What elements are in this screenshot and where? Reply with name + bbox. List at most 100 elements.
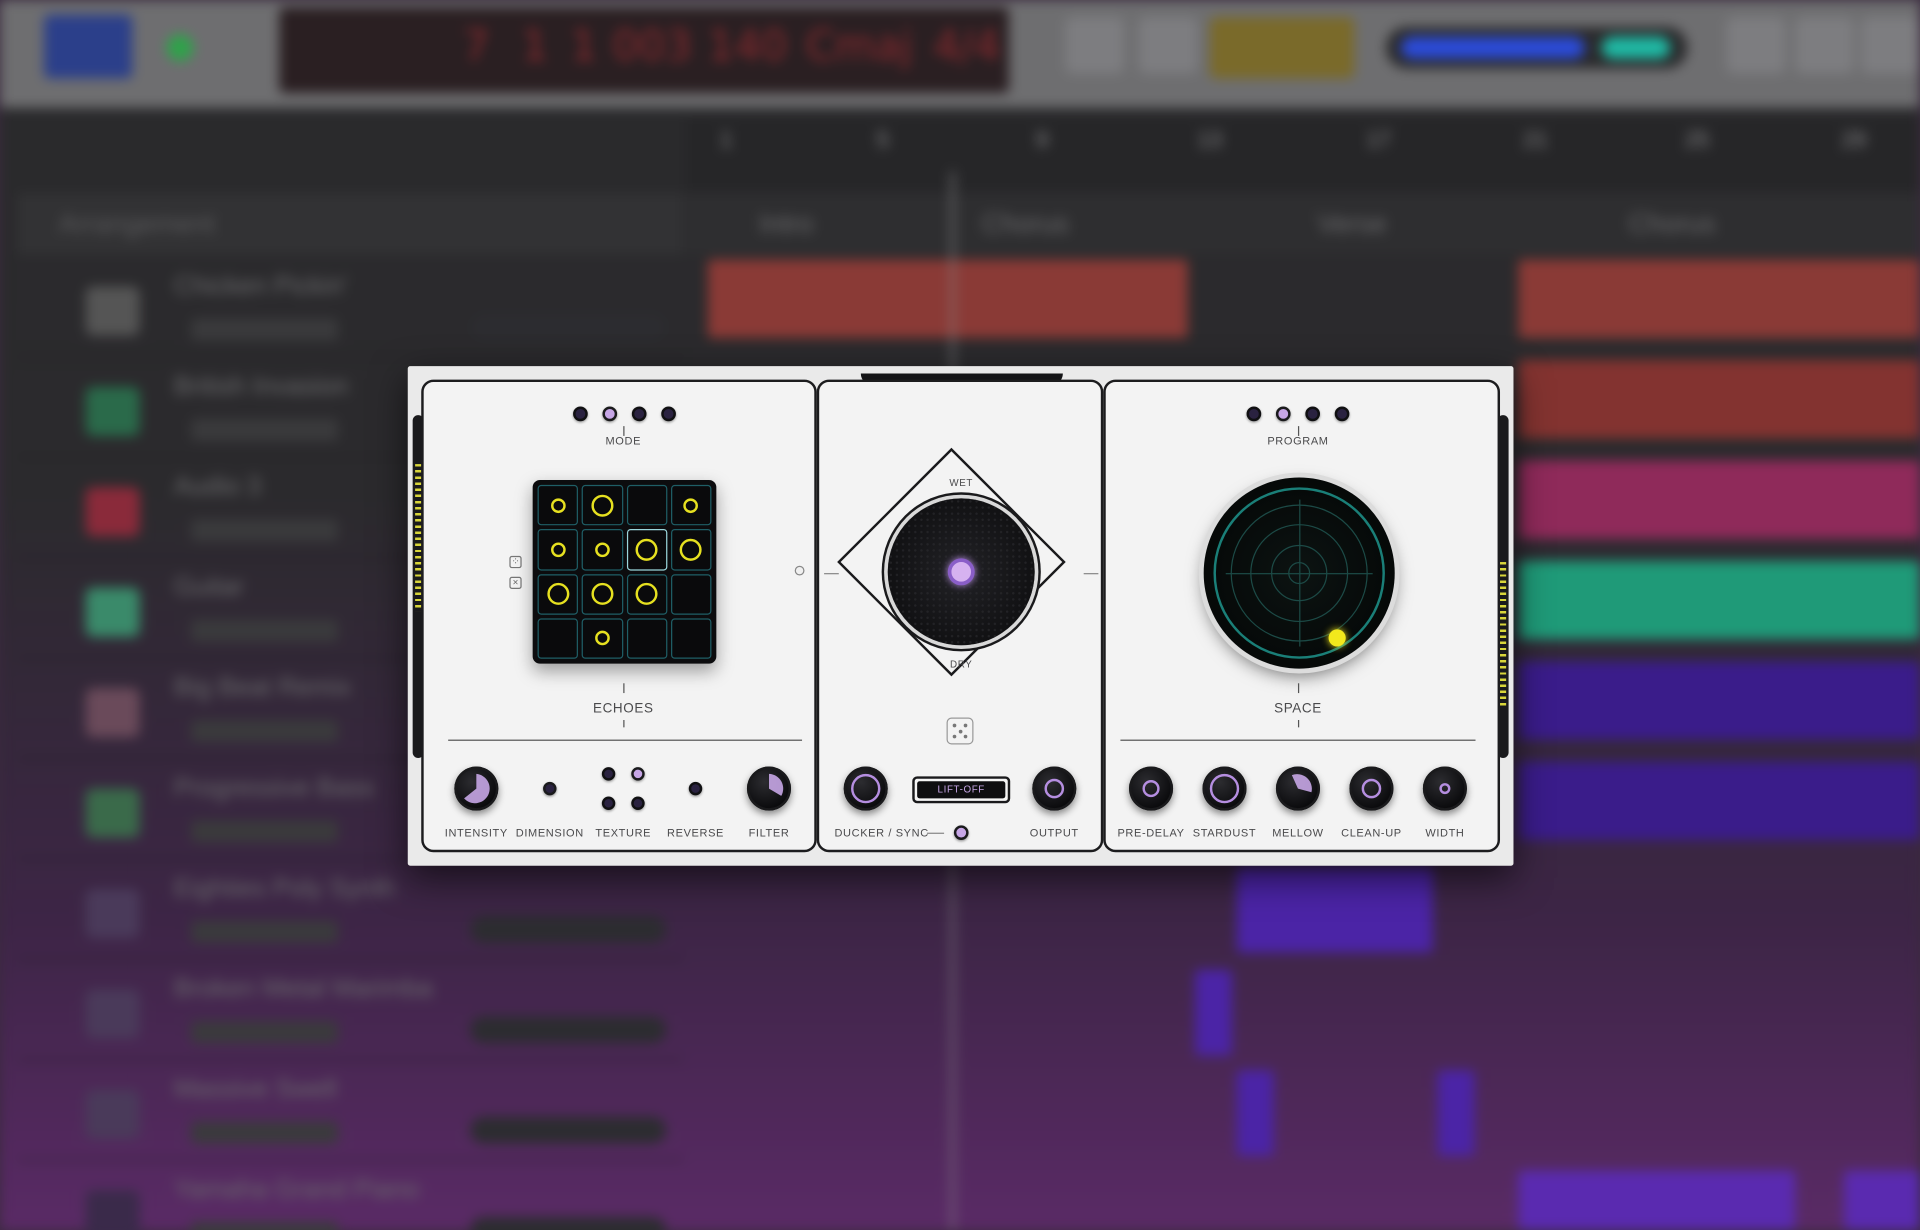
echo-step-cell[interactable] [537,618,579,659]
track-volume-slider[interactable] [470,1016,667,1044]
pencil-button[interactable] [1138,17,1198,74]
echo-step-cell[interactable] [537,529,579,571]
echo-step-cell[interactable] [581,573,623,615]
intensity-knob[interactable] [454,766,499,811]
undo-button[interactable] [1065,17,1125,74]
echo-step-cell[interactable] [670,618,712,659]
dice-randomize-icon[interactable] [946,717,974,745]
track-volume-slider[interactable] [470,1217,667,1230]
track-buttons[interactable] [191,1021,338,1044]
lcd-display: 7 1 1 003 140 Cmaj 4/4 [279,7,1009,94]
media-browser-button[interactable] [1861,17,1920,74]
echo-step-cell[interactable] [626,484,668,526]
echo-step-cell[interactable] [670,573,712,615]
track-buttons[interactable] [191,519,338,542]
echo-step-cell[interactable] [626,529,668,571]
mode-selector-2[interactable] [602,406,618,422]
track-icon [85,888,140,938]
echo-step-cell[interactable] [537,573,579,615]
region[interactable] [1518,1170,1796,1230]
region[interactable] [1518,761,1920,841]
space-radar[interactable] [1203,477,1395,669]
track-buttons[interactable] [191,1222,338,1230]
mellow-knob[interactable] [1275,766,1321,811]
track-header[interactable]: Massive Swell [17,1063,684,1161]
track-header[interactable]: Chicken Pickin' [17,260,684,358]
echo-step-cell[interactable] [626,573,668,615]
echo-step-cell[interactable] [537,484,579,526]
record-indicator[interactable] [166,34,194,62]
track-volume-slider[interactable] [470,915,667,943]
program-selector-4[interactable] [1334,406,1350,422]
filter-knob[interactable] [746,766,792,811]
texture-toggle[interactable] [631,767,645,781]
master-volume-slider[interactable] [1386,26,1688,69]
wet-dry-pad[interactable] [887,498,1035,646]
echo-step-cell[interactable] [670,484,712,526]
track-volume-slider[interactable] [470,313,667,341]
region[interactable] [1437,1070,1475,1156]
echo-step-cell[interactable] [581,618,623,659]
ruler-mark: 21 [1523,127,1548,152]
randomize-icon[interactable]: ⁘ [509,555,522,569]
echo-step-cell[interactable] [581,529,623,571]
mode-selector-4[interactable] [661,406,676,422]
sync-toggle[interactable] [953,825,969,841]
width-knob[interactable] [1422,766,1467,811]
region[interactable] [1236,1070,1274,1156]
track-buttons[interactable] [191,820,338,843]
region[interactable] [1518,661,1920,740]
timeline-ruler[interactable]: 1 5 9 13 17 21 25 29 [685,117,1920,192]
clear-icon[interactable]: × [509,576,522,589]
program-selector-1[interactable] [1246,406,1262,422]
track-buttons[interactable] [191,1121,338,1144]
echo-step-cell[interactable] [670,529,712,571]
track-volume-slider[interactable] [470,1116,667,1144]
left-link-connector[interactable] [794,565,805,576]
wet-dry-handle[interactable] [947,558,975,586]
marker-intro[interactable]: Intro [759,208,813,240]
mode-selector-3[interactable] [631,406,647,422]
mode-selector-1[interactable] [573,406,588,422]
echo-step-cell[interactable] [626,618,668,659]
clean-up-knob[interactable] [1349,766,1394,811]
region[interactable] [1518,360,1920,439]
region[interactable] [1236,866,1433,953]
stardust-knob[interactable] [1202,766,1247,811]
count-in-button[interactable] [1209,17,1355,79]
region[interactable] [1518,259,1920,338]
space-position-handle[interactable] [1328,629,1346,647]
notepad-button[interactable] [1726,17,1786,74]
region[interactable] [1518,460,1920,539]
texture-toggle[interactable] [631,796,645,811]
loop-browser-button[interactable] [1795,17,1854,74]
pre-delay-knob[interactable] [1128,766,1174,811]
echoes-grid[interactable] [532,480,717,664]
marker-chorus[interactable]: Chorus [982,208,1069,240]
dimension-toggle[interactable] [543,781,557,796]
region[interactable] [1844,1170,1920,1230]
track-header[interactable]: Yamaha Grand Piano [17,1163,683,1230]
marker-verse[interactable]: Verse [1318,208,1387,240]
program-selector-2[interactable] [1275,406,1291,422]
output-knob[interactable] [1032,766,1077,811]
region[interactable] [1195,969,1232,1056]
track-buttons[interactable] [191,720,338,743]
texture-toggle[interactable] [601,796,616,811]
track-buttons[interactable] [191,318,338,341]
play-button[interactable] [44,14,133,79]
echo-step-cell[interactable] [581,484,623,526]
region[interactable] [1518,560,1920,640]
track-buttons[interactable] [191,619,338,642]
lift-off-button[interactable]: LIFT-OFF [912,776,1011,804]
region[interactable] [707,259,1188,338]
reverse-toggle[interactable] [688,781,703,796]
ducker-sync-knob[interactable] [843,766,888,811]
track-buttons[interactable] [191,418,338,441]
program-selector-3[interactable] [1305,406,1321,422]
track-header[interactable]: Eighties Poly Synth [17,862,684,961]
marker-chorus[interactable]: Chorus [1629,208,1716,240]
texture-toggle[interactable] [601,767,616,781]
track-header[interactable]: Broken Metal Marimba [17,962,684,1061]
track-buttons[interactable] [191,920,338,943]
